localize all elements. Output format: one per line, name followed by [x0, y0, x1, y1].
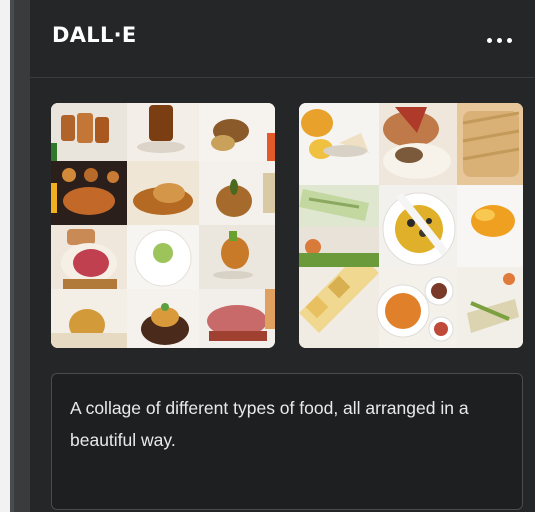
- more-options-button[interactable]: [481, 26, 517, 54]
- dalle-panel: DALL·E A collage of different types of f…: [30, 0, 535, 512]
- panel-title: DALL·E: [52, 23, 137, 47]
- side-rail: [14, 0, 30, 512]
- result-image-1[interactable]: [51, 103, 275, 348]
- more-horizontal-icon: [486, 37, 492, 43]
- result-image-2[interactable]: [299, 103, 523, 348]
- prompt-text: A collage of different types of food, al…: [70, 398, 469, 450]
- panel-header: DALL·E: [30, 0, 535, 78]
- food-collage-image-1: [51, 103, 275, 348]
- prompt-box: A collage of different types of food, al…: [51, 373, 523, 510]
- food-collage-image-2: [299, 103, 523, 348]
